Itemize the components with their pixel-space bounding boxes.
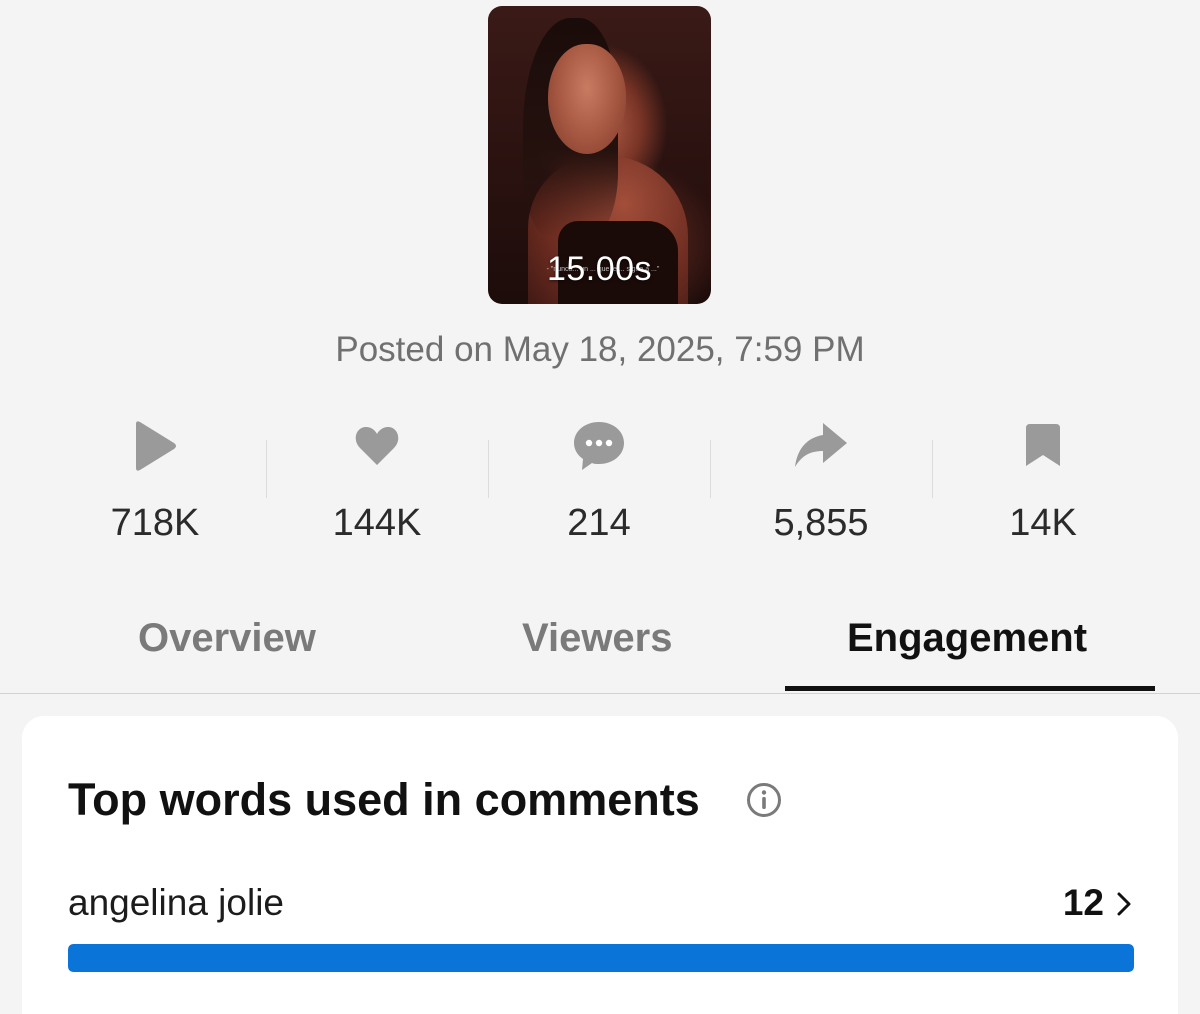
- analytics-tabs: Overview Viewers Engagement: [0, 598, 1200, 694]
- video-duration: 15.00s: [546, 250, 653, 288]
- saves-count: 14K: [1009, 502, 1077, 544]
- comments-count: 214: [567, 502, 631, 544]
- top-words-card: Top words used in comments angelina joli…: [22, 716, 1178, 1014]
- info-icon[interactable]: [746, 782, 782, 818]
- top-word-row[interactable]: angelina jolie 12: [68, 876, 1134, 936]
- video-thumbnail[interactable]: - "nunca... un ... que le ... sigue a ..…: [488, 6, 711, 304]
- heart-icon: [345, 414, 409, 478]
- chevron-right-icon: [1114, 890, 1134, 918]
- share-icon: [789, 414, 853, 478]
- top-word-count: 12: [1062, 882, 1104, 923]
- stats-row: 718K 144K 214 5,855 14K: [44, 414, 1154, 554]
- top-words-title: Top words used in comments: [68, 774, 700, 825]
- tab-overview[interactable]: Overview: [138, 616, 316, 661]
- likes-count: 144K: [332, 502, 422, 544]
- tab-viewers[interactable]: Viewers: [522, 616, 673, 661]
- stat-views: 718K: [44, 414, 266, 554]
- stat-comments: 214: [488, 414, 710, 554]
- thumbnail-figure-face: [548, 44, 626, 154]
- top-word-bar-fill: [68, 944, 1134, 972]
- video-analytics-page: - "nunca... un ... que le ... sigue a ..…: [0, 0, 1200, 1014]
- views-count: 718K: [110, 502, 200, 544]
- top-word-bar-track: [68, 944, 1134, 972]
- stat-shares: 5,855: [710, 414, 932, 554]
- play-icon: [123, 414, 187, 478]
- tab-engagement[interactable]: Engagement: [847, 616, 1087, 661]
- comment-icon: [567, 414, 631, 478]
- active-tab-indicator: [785, 686, 1155, 691]
- posted-date: Posted on May 18, 2025, 7:59 PM: [335, 330, 865, 369]
- stat-saves: 14K: [932, 414, 1154, 554]
- top-word-label: angelina jolie: [68, 882, 285, 923]
- bookmark-icon: [1011, 414, 1075, 478]
- shares-count: 5,855: [773, 502, 869, 544]
- stat-likes: 144K: [266, 414, 488, 554]
